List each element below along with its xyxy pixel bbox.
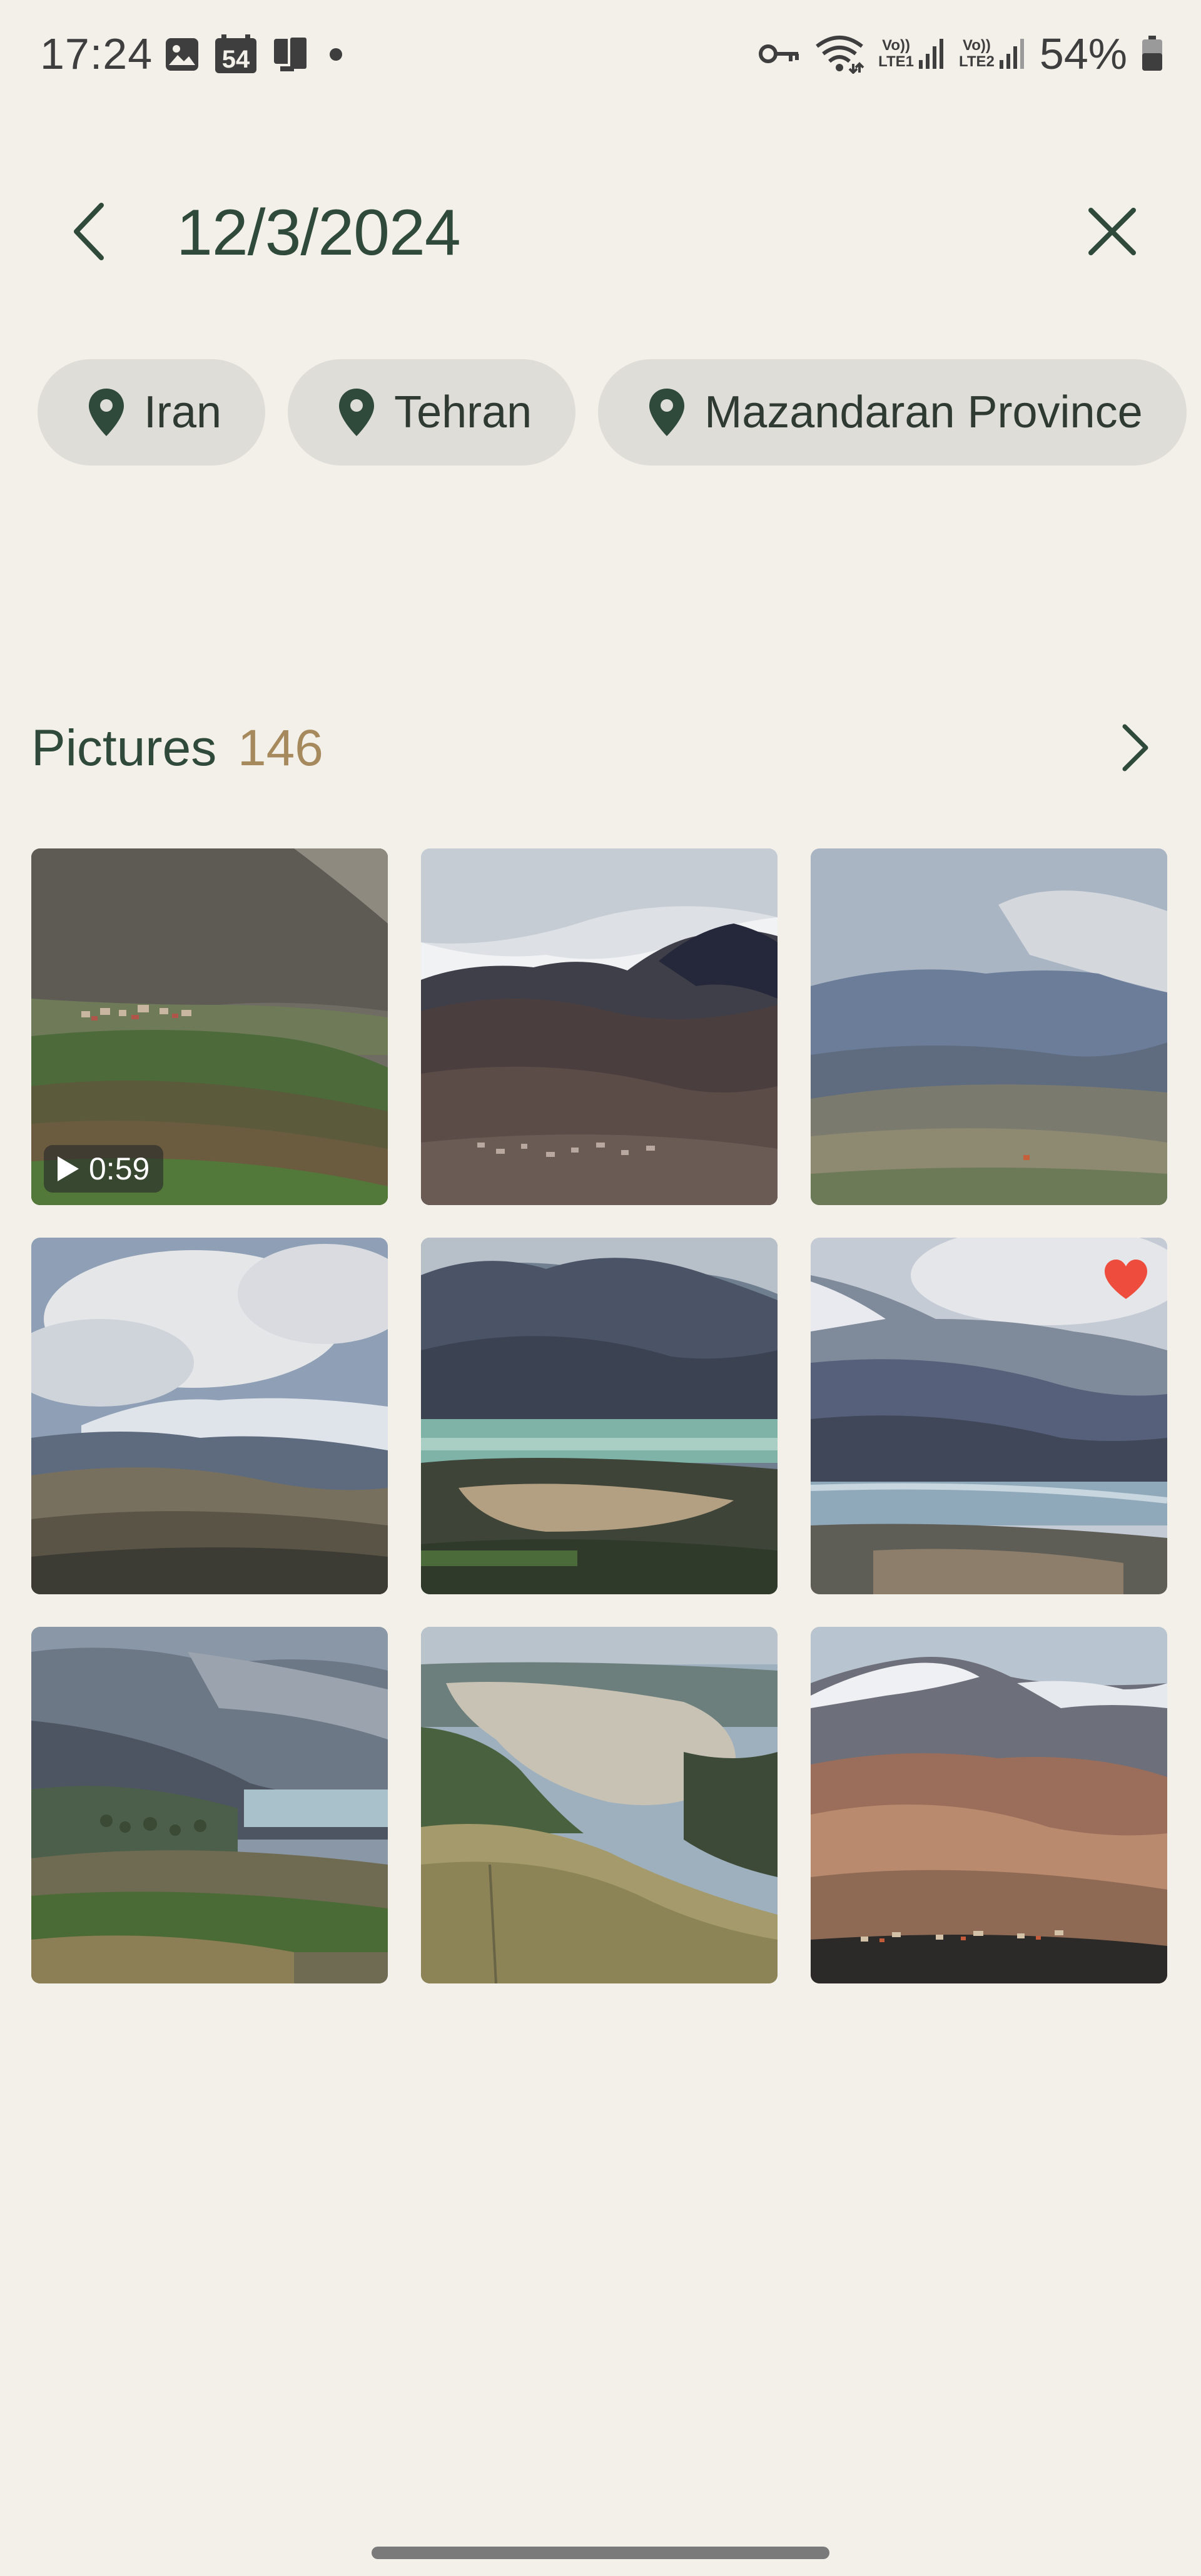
photo-thumbnail-video[interactable]: 0:59 (31, 848, 388, 1205)
photo-thumbnail[interactable] (421, 1627, 778, 1983)
sim2-label: LTE2 (958, 53, 995, 70)
photo-thumbnail[interactable] (811, 848, 1167, 1205)
landscape-image (421, 848, 778, 1205)
play-icon (58, 1156, 79, 1181)
gallery-icon (166, 38, 198, 71)
location-chips: Iran Tehran Mazandaran Province (38, 359, 1187, 466)
landscape-image (31, 1627, 388, 1983)
photo-grid: 0:59 (31, 848, 1170, 1983)
location-chip-tehran[interactable]: Tehran (288, 359, 576, 466)
device-icon (274, 35, 309, 71)
home-indicator[interactable] (372, 2547, 829, 2559)
heart-icon (1105, 1260, 1147, 1299)
photo-thumbnail[interactable] (31, 1627, 388, 1983)
battery-percent: 54% (1039, 29, 1127, 78)
battery-icon (1142, 36, 1162, 71)
system-status: Vo)) LTE1 Vo)) LTE2 54% (758, 29, 1163, 79)
chevron-right-icon (1122, 724, 1148, 771)
video-duration-badge: 0:59 (44, 1145, 164, 1193)
landscape-image (421, 1238, 778, 1594)
section-count: 146 (238, 720, 323, 776)
chevron-left-icon (74, 203, 104, 260)
close-button[interactable] (1081, 200, 1143, 263)
photo-thumbnail[interactable] (421, 848, 778, 1205)
calendar-icon: 54 (215, 34, 256, 73)
section-title: Pictures (31, 720, 217, 776)
photo-thumbnail[interactable] (421, 1238, 778, 1594)
photo-thumbnail-favorite[interactable] (811, 1238, 1167, 1594)
status-bar: 17:24 54 Vo)) LTE1 Vo)) LTE2 54% (0, 0, 1201, 109)
vpn-key-icon (759, 44, 799, 63)
location-chip-mazandaran[interactable]: Mazandaran Province (598, 359, 1187, 466)
wifi-icon (816, 36, 864, 74)
header: 12/3/2024 (0, 175, 1201, 288)
location-pin-icon (89, 389, 124, 436)
see-all-button[interactable] (1101, 713, 1170, 782)
calendar-badge-text: 54 (222, 46, 250, 73)
landscape-image (421, 1627, 778, 1983)
dot-icon (330, 48, 342, 61)
notification-icons: 54 (164, 33, 345, 76)
location-chip-label: Tehran (394, 387, 532, 437)
landscape-image (31, 1238, 388, 1594)
volte1-label: Vo)) (882, 37, 910, 54)
status-time: 17:24 (40, 29, 153, 78)
pictures-section-header[interactable]: Pictures 146 (31, 707, 1170, 782)
sim1-label: LTE1 (878, 53, 914, 70)
location-pin-icon (649, 389, 685, 436)
photo-thumbnail[interactable] (811, 1627, 1167, 1983)
volte2-signal-icon: Vo)) LTE2 (959, 38, 1026, 70)
video-duration: 0:59 (89, 1151, 150, 1186)
landscape-image (811, 1627, 1167, 1983)
location-chip-iran[interactable]: Iran (38, 359, 266, 466)
landscape-image (811, 848, 1167, 1205)
location-chip-label: Iran (144, 387, 222, 437)
photo-thumbnail[interactable] (31, 1238, 388, 1594)
location-chip-label: Mazandaran Province (704, 387, 1143, 437)
page-title: 12/3/2024 (176, 196, 461, 269)
close-icon (1088, 208, 1136, 255)
volte1-signal-icon: Vo)) LTE1 (878, 38, 945, 70)
volte2-label: Vo)) (963, 37, 991, 54)
location-pin-icon (339, 389, 375, 436)
back-button[interactable] (58, 200, 120, 263)
